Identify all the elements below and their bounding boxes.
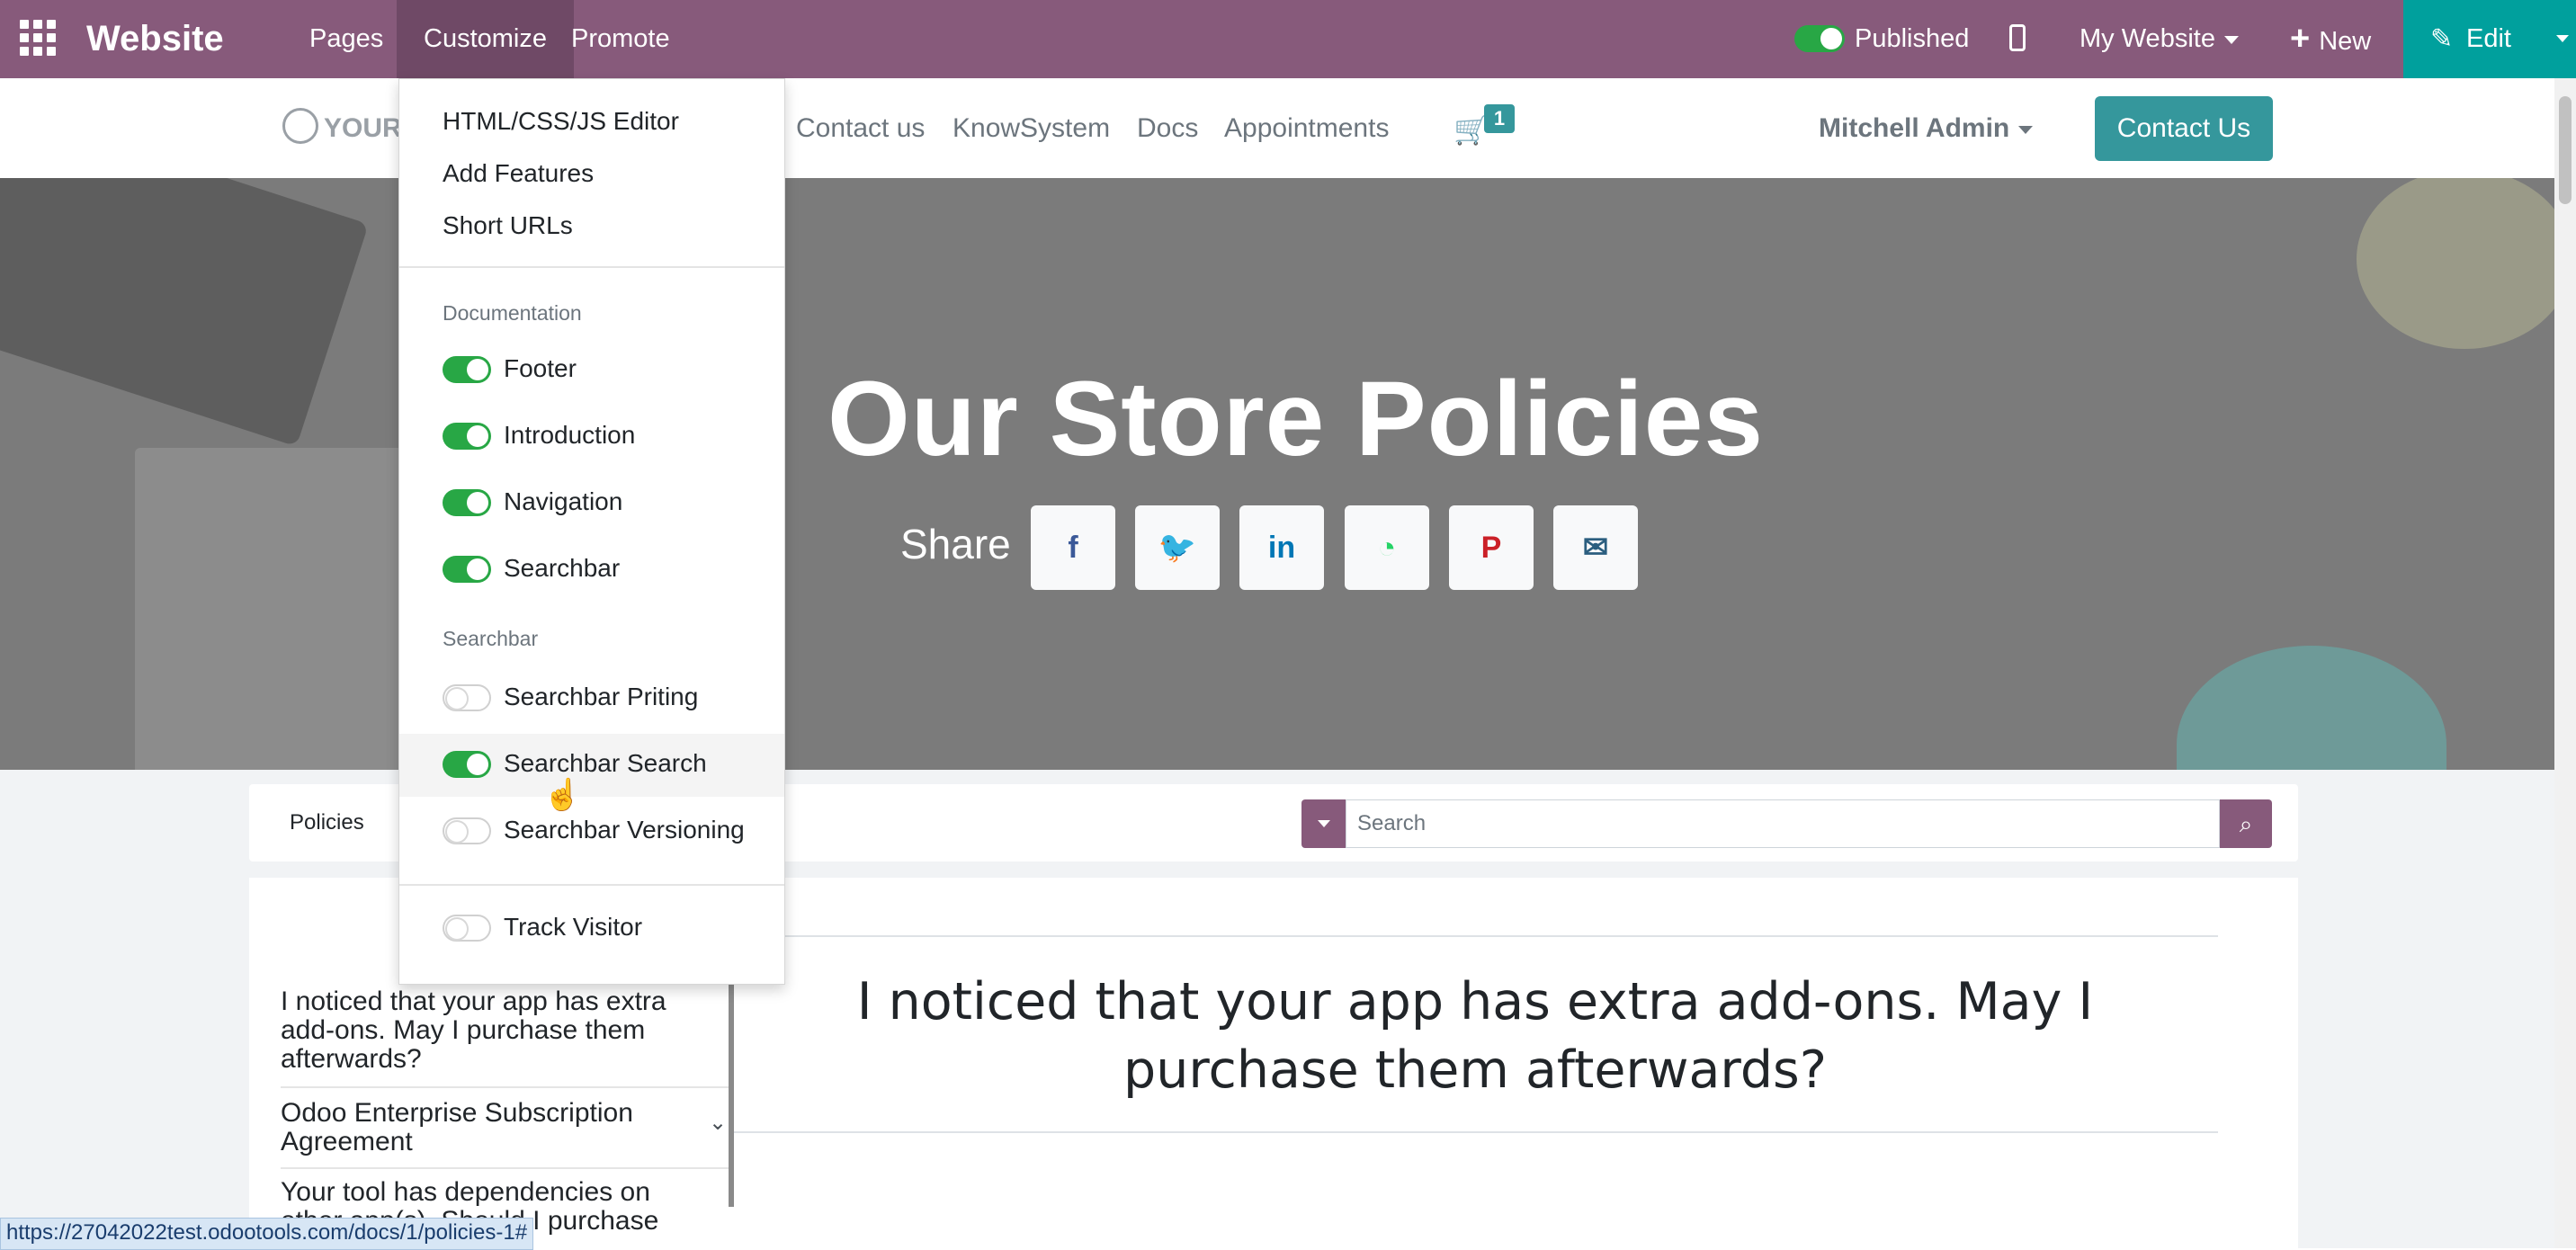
navigation-toggle[interactable]	[443, 489, 491, 516]
nav-appointments[interactable]: Appointments	[1224, 78, 1389, 178]
toggle-label[interactable]: Searchbar Search	[504, 749, 707, 778]
toggle-label[interactable]: Searchbar Versioning	[504, 816, 745, 844]
nav-docs[interactable]: Docs	[1137, 78, 1198, 178]
published-label: Published	[1855, 24, 1970, 53]
toggle-label[interactable]: Introduction	[504, 421, 635, 450]
page-scrollbar[interactable]	[2554, 78, 2576, 1248]
mobile-preview-icon[interactable]	[2009, 24, 2026, 51]
searchbar-search-toggle[interactable]	[443, 751, 491, 778]
divider	[399, 266, 784, 268]
keyboard-image	[0, 178, 369, 447]
edit-label: Edit	[2466, 24, 2511, 53]
new-button[interactable]: + New	[2290, 0, 2371, 78]
chevron-down-icon	[2223, 35, 2239, 44]
new-label: New	[2319, 27, 2372, 56]
toggle-label[interactable]: Footer	[504, 354, 577, 383]
website-selector[interactable]: My Website	[2080, 0, 2239, 78]
menu-item-short-urls[interactable]: Short URLs	[443, 211, 573, 240]
nav-knowsystem[interactable]: KnowSystem	[953, 78, 1110, 178]
search-input[interactable]: Search	[1346, 799, 2220, 848]
searchbar-versioning-toggle[interactable]	[443, 817, 491, 844]
pinterest-icon[interactable]: P	[1449, 505, 1534, 590]
published-toggle[interactable]	[1794, 25, 1845, 52]
share-label: Share	[900, 521, 1011, 567]
page-title: Our Store Policies	[827, 360, 1764, 478]
divider	[732, 935, 2218, 937]
breadcrumb[interactable]: Policies	[290, 784, 364, 862]
searchbar-toggle[interactable]	[443, 556, 491, 583]
toc-item[interactable]: Odoo Enterprise Subscription Agreement	[281, 1099, 667, 1156]
envelope-icon[interactable]: ✉	[1553, 505, 1638, 590]
user-name: Mitchell Admin	[1819, 113, 2010, 143]
toc-sidebar: I noticed that your app has extra add-on…	[281, 987, 730, 1248]
menu-customize[interactable]: Customize	[397, 0, 574, 78]
edit-button[interactable]: ✎ Edit	[2403, 0, 2576, 78]
track-visitor-toggle[interactable]	[443, 915, 491, 942]
toggle-label[interactable]: Navigation	[504, 487, 622, 516]
hand-cursor-icon: ☝	[543, 778, 582, 812]
nav-contact-us[interactable]: Contact us	[796, 78, 925, 178]
menu-item-html-editor[interactable]: HTML/CSS/JS Editor	[443, 107, 679, 136]
user-menu[interactable]: Mitchell Admin	[1819, 78, 2034, 178]
linkedin-icon[interactable]: in	[1239, 505, 1324, 590]
search-filter-dropdown[interactable]	[1301, 799, 1346, 848]
toggle-label[interactable]: Searchbar Priting	[504, 683, 698, 711]
customize-dropdown: HTML/CSS/JS Editor Add Features Short UR…	[398, 78, 785, 985]
chevron-down-icon[interactable]	[2556, 35, 2569, 42]
toc-item[interactable]: I noticed that your app has extra add-on…	[281, 987, 712, 1074]
contact-us-button[interactable]: Contact Us	[2095, 96, 2273, 161]
pencil-icon: ✎	[2430, 24, 2454, 54]
flowers-image	[2357, 178, 2554, 349]
chevron-down-icon	[2018, 125, 2034, 134]
footer-toggle[interactable]	[443, 356, 491, 383]
article-title: I noticed that your app has extra add-on…	[856, 972, 2094, 1100]
website-selector-label: My Website	[2080, 24, 2215, 53]
toggle-label[interactable]: Searchbar	[504, 554, 620, 583]
cart-count-badge: 1	[1484, 104, 1515, 133]
menu-pages[interactable]: Pages	[309, 0, 383, 78]
toc-scrollbar[interactable]	[729, 971, 734, 1207]
divider	[399, 884, 784, 886]
status-url: https://27042022test.odootools.com/docs/…	[0, 1218, 534, 1250]
admin-navbar: Website Pages Customize Promote Publishe…	[0, 0, 2576, 78]
hero-banner: Our Store Policies Share f 🐦 in ◔ P ✉	[0, 178, 2554, 770]
site-logo[interactable]: YOUR	[324, 78, 402, 178]
introduction-toggle[interactable]	[443, 423, 491, 450]
section-searchbar: Searchbar	[443, 627, 539, 650]
menu-item-add-features[interactable]: Add Features	[443, 159, 594, 188]
facebook-icon[interactable]: f	[1031, 505, 1115, 590]
menu-promote[interactable]: Promote	[571, 0, 670, 78]
scrollbar-thumb[interactable]	[2559, 96, 2572, 204]
twitter-icon[interactable]: 🐦	[1135, 505, 1220, 590]
divider	[281, 1167, 730, 1169]
plus-icon: +	[2290, 20, 2311, 58]
toggle-label[interactable]: Track Visitor	[504, 913, 642, 942]
teapot-image	[2177, 646, 2446, 770]
app-name[interactable]: Website	[86, 0, 224, 78]
apps-grid-icon[interactable]	[20, 20, 58, 58]
notebook-image	[135, 448, 405, 770]
searchbar-priting-toggle[interactable]	[443, 684, 491, 711]
divider	[281, 1086, 730, 1088]
search-icon[interactable]: ⌕	[2220, 799, 2272, 848]
globe-icon	[282, 108, 318, 144]
divider	[732, 1131, 2218, 1133]
section-documentation: Documentation	[443, 301, 582, 325]
chevron-down-icon	[1318, 820, 1330, 827]
whatsapp-icon[interactable]: ◔	[1345, 505, 1429, 590]
chevron-down-icon[interactable]: ⌄	[709, 1110, 727, 1136]
